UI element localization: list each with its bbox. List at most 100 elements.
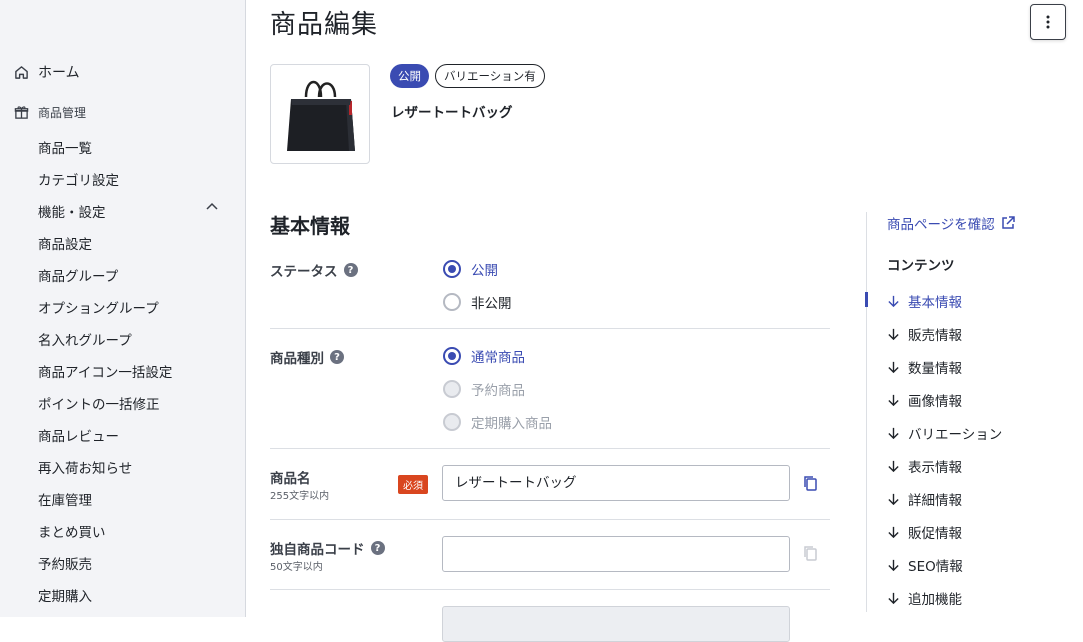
arrow-down-icon — [888, 460, 899, 472]
toc-item-label: 数量情報 — [908, 361, 962, 377]
next-field-input — [442, 606, 790, 642]
sidebar-item-inventory[interactable]: 在庫管理 — [38, 489, 92, 509]
sidebar: ホーム 商品管理 商品一覧 カテゴリ設定 機能・設定 商品設定 商品グループ オ… — [0, 0, 246, 617]
toc-item-label: 販売情報 — [908, 328, 962, 344]
radio-dot[interactable] — [443, 260, 461, 278]
sidebar-item-bulk-buy[interactable]: まとめ買い — [38, 521, 106, 541]
status-radio-private[interactable]: 非公開 — [443, 292, 512, 312]
toc-item-promotion[interactable]: 販促情報 — [887, 522, 962, 542]
arrow-down-icon — [888, 427, 899, 439]
toc-divider — [866, 212, 867, 612]
more-menu-button[interactable] — [1030, 4, 1066, 40]
product-name-input[interactable]: レザートートバッグ — [442, 465, 790, 501]
toc-item-label: バリエーション — [908, 427, 1003, 443]
radio-dot[interactable] — [443, 293, 461, 311]
toc-active-marker — [865, 292, 868, 307]
sidebar-item-reviews[interactable]: 商品レビュー — [38, 425, 119, 445]
copy-icon[interactable] — [802, 475, 818, 491]
required-badge: 必須 — [398, 475, 428, 494]
home-icon — [15, 65, 28, 79]
sidebar-item-product-list[interactable]: 商品一覧 — [38, 137, 92, 157]
sidebar-item-restock[interactable]: 再入荷お知らせ — [38, 457, 132, 477]
help-icon[interactable]: ? — [343, 263, 358, 277]
radio-dot — [443, 380, 461, 398]
type-radio-normal[interactable]: 通常商品 — [443, 346, 525, 366]
arrow-down-icon — [888, 328, 899, 340]
sidebar-item-subscription[interactable]: 定期購入 — [38, 585, 92, 605]
tote-bag-image — [287, 80, 355, 151]
type-radio-preorder: 予約商品 — [443, 379, 525, 399]
toc-item-label: 画像情報 — [908, 394, 962, 410]
section-title: 基本情報 — [270, 214, 350, 238]
sidebar-item-label: ホーム — [38, 65, 80, 81]
help-icon[interactable]: ? — [370, 541, 385, 555]
arrow-down-icon — [888, 361, 899, 373]
variation-badge: バリエーション有 — [435, 64, 545, 88]
arrow-down-icon — [888, 394, 899, 406]
toc-item-label: SEO情報 — [908, 559, 963, 575]
product-name-label-text: 商品名 — [270, 471, 311, 487]
product-thumbnail[interactable] — [270, 64, 370, 164]
toc-item-label: 詳細情報 — [908, 493, 962, 509]
radio-dot[interactable] — [443, 347, 461, 365]
toc-item-details[interactable]: 詳細情報 — [887, 489, 962, 509]
sidebar-item-product-settings[interactable]: 商品設定 — [38, 233, 92, 253]
product-code-input[interactable] — [442, 536, 790, 572]
divider — [270, 448, 830, 449]
status-label-text: ステータス — [270, 264, 338, 280]
toc-item-label: 表示情報 — [908, 460, 962, 476]
toc-item-images[interactable]: 画像情報 — [887, 390, 962, 410]
radio-label: 予約商品 — [471, 383, 525, 399]
sidebar-item-engraving-group[interactable]: 名入れグループ — [38, 329, 132, 349]
toc-heading: コンテンツ — [887, 258, 955, 274]
product-type-label: 商品種別 ? — [270, 347, 344, 367]
sidebar-item-features[interactable]: 機能・設定 — [38, 201, 106, 221]
divider — [270, 519, 830, 520]
product-name-label: 商品名 — [270, 467, 311, 487]
sidebar-item-home[interactable]: ホーム — [14, 62, 80, 82]
page-title: 商品編集 — [270, 10, 379, 40]
sidebar-item-icon-bulk[interactable]: 商品アイコン一括設定 — [38, 361, 172, 381]
radio-dot — [443, 413, 461, 431]
product-code-label-text: 独自商品コード — [270, 542, 365, 558]
toc-item-label: 追加機能 — [908, 592, 962, 608]
toc-item-variations[interactable]: バリエーション — [887, 423, 1002, 443]
status-badge: 公開 — [390, 64, 429, 88]
sidebar-item-option-group[interactable]: オプショングループ — [38, 297, 159, 317]
toc-item-seo[interactable]: SEO情報 — [887, 555, 963, 575]
product-type-label-text: 商品種別 — [270, 351, 324, 367]
toc-item-additional[interactable]: 追加機能 — [887, 588, 962, 608]
toc-item-label: 基本情報 — [908, 295, 962, 311]
divider — [270, 589, 830, 590]
sidebar-item-category[interactable]: カテゴリ設定 — [38, 169, 119, 189]
external-link-icon — [1001, 216, 1015, 229]
toc-item-quantity[interactable]: 数量情報 — [887, 357, 962, 377]
toc-link-label: 商品ページを確認 — [887, 217, 995, 233]
sidebar-section-label: 商品管理 — [38, 106, 87, 120]
help-icon[interactable]: ? — [330, 350, 344, 364]
arrow-down-icon — [888, 592, 899, 604]
sidebar-item-product-group[interactable]: 商品グループ — [38, 265, 118, 285]
toc-item-label: 販促情報 — [908, 526, 962, 542]
sidebar-item-preorder[interactable]: 予約販売 — [38, 553, 92, 573]
sidebar-item-points-bulk[interactable]: ポイントの一括修正 — [38, 393, 160, 413]
radio-label: 公開 — [471, 263, 498, 279]
status-label: ステータス ? — [270, 260, 358, 280]
kebab-icon — [1046, 15, 1050, 29]
product-name: レザートートバッグ — [391, 105, 513, 121]
arrow-down-icon — [888, 295, 899, 307]
radio-label: 通常商品 — [471, 350, 525, 366]
status-radio-public[interactable]: 公開 — [443, 259, 498, 279]
arrow-down-icon — [888, 493, 899, 505]
product-code-label: 独自商品コード ? — [270, 538, 385, 558]
product-code-note: 50文字以内 — [270, 562, 323, 573]
toc-item-display[interactable]: 表示情報 — [887, 456, 962, 476]
chevron-up-icon[interactable] — [205, 200, 219, 214]
sidebar-section-product[interactable]: 商品管理 — [14, 104, 86, 121]
gift-icon — [14, 106, 29, 119]
main-content: 商品編集 公開 バリエーション有 レザートートバッグ 基本情報 ステータス ? … — [246, 0, 1083, 642]
toc-item-basic[interactable]: 基本情報 — [887, 291, 962, 311]
view-product-page-link[interactable]: 商品ページを確認 — [887, 213, 1015, 233]
toc-item-sales[interactable]: 販売情報 — [887, 324, 962, 344]
copy-icon — [804, 546, 817, 561]
